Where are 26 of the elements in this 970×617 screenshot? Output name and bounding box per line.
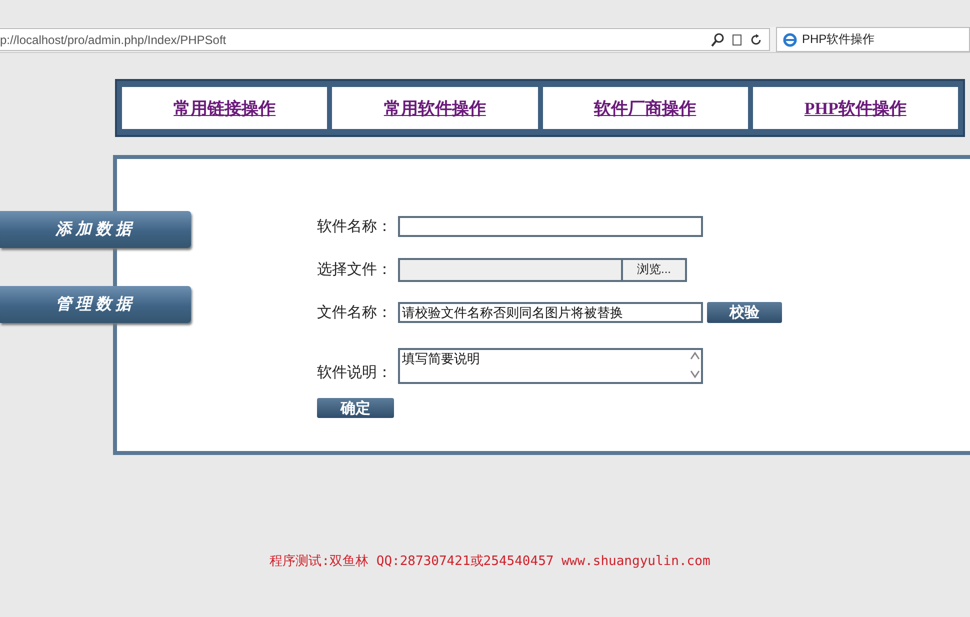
field-label: 选择文件： — [317, 260, 393, 279]
sidebar-button[interactable]: 添加数据 — [0, 211, 191, 248]
field-label: 软件说明： — [317, 363, 393, 383]
input-field[interactable]: 请校验文件名称否则同名图片将被替换 — [398, 302, 703, 323]
verify-button[interactable]: 校验 — [707, 302, 782, 323]
field-label: 软件名称： — [317, 217, 393, 236]
browser-tab[interactable]: PHP软件操作 — [776, 27, 970, 52]
scroll-arrows-icon — [689, 350, 701, 380]
nav-link[interactable]: 常用链接操作 — [122, 87, 328, 129]
browse-button[interactable]: 浏览... — [621, 258, 687, 282]
nav-link[interactable]: 常用软件操作 — [332, 87, 538, 129]
sidebar-button[interactable]: 管理数据 — [0, 286, 191, 323]
browser-logo-icon — [783, 32, 797, 46]
nav-link[interactable]: PHP软件操作 — [752, 87, 958, 129]
address-bar[interactable]: p://localhost/pro/admin.php/Index/PHPSoft — [0, 28, 770, 51]
refresh-icon[interactable] — [749, 32, 763, 46]
input-field[interactable] — [398, 216, 703, 237]
nav-link[interactable]: 软件厂商操作 — [542, 87, 748, 129]
footer-text: 程序测试:双鱼林 QQ:287307421或254540457 www.shuangyulin.com — [270, 554, 710, 569]
submit-button[interactable]: 确定 — [317, 398, 394, 418]
field-label: 文件名称： — [317, 303, 393, 322]
page-icon[interactable] — [730, 32, 744, 46]
file-path-field[interactable] — [398, 258, 621, 282]
url-text: p://localhost/pro/admin.php/Index/PHPSoft — [0, 32, 226, 46]
text-area[interactable]: 填写简要说明 — [398, 348, 703, 384]
search-icon[interactable] — [711, 32, 725, 46]
